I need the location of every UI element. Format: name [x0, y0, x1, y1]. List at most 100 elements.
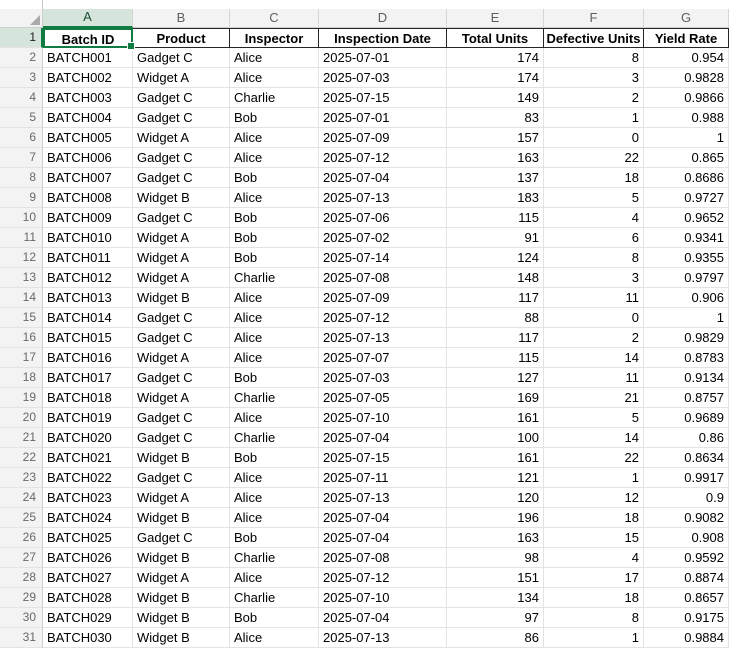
row-header-22[interactable]: 22	[0, 448, 43, 468]
row-header-21[interactable]: 21	[0, 428, 43, 448]
cell-d18[interactable]: 2025-07-03	[319, 368, 447, 388]
cell-c7[interactable]: Alice	[230, 148, 319, 168]
cell-d30[interactable]: 2025-07-04	[319, 608, 447, 628]
cell-f6[interactable]: 0	[544, 128, 644, 148]
cell-g2[interactable]: 0.954	[644, 48, 729, 68]
cell-g27[interactable]: 0.9592	[644, 548, 729, 568]
cell-d26[interactable]: 2025-07-04	[319, 528, 447, 548]
cell-c24[interactable]: Alice	[230, 488, 319, 508]
cell-g30[interactable]: 0.9175	[644, 608, 729, 628]
cell-b27[interactable]: Widget B	[133, 548, 230, 568]
cell-b19[interactable]: Widget A	[133, 388, 230, 408]
cell-a17[interactable]: BATCH016	[43, 348, 133, 368]
cell-e8[interactable]: 137	[447, 168, 544, 188]
cell-d16[interactable]: 2025-07-13	[319, 328, 447, 348]
cell-d17[interactable]: 2025-07-07	[319, 348, 447, 368]
row-header-3[interactable]: 3	[0, 68, 43, 88]
cell-f11[interactable]: 6	[544, 228, 644, 248]
row-header-1[interactable]: 1	[0, 28, 43, 48]
cell-c5[interactable]: Bob	[230, 108, 319, 128]
row-header-19[interactable]: 19	[0, 388, 43, 408]
row-header-18[interactable]: 18	[0, 368, 43, 388]
cell-f26[interactable]: 15	[544, 528, 644, 548]
cell-e10[interactable]: 115	[447, 208, 544, 228]
cell-c31[interactable]: Alice	[230, 628, 319, 648]
cell-e9[interactable]: 183	[447, 188, 544, 208]
cell-f21[interactable]: 14	[544, 428, 644, 448]
cell-b28[interactable]: Widget A	[133, 568, 230, 588]
cell-g16[interactable]: 0.9829	[644, 328, 729, 348]
cell-b1[interactable]: Product	[133, 28, 230, 48]
cell-f24[interactable]: 12	[544, 488, 644, 508]
cell-b4[interactable]: Gadget C	[133, 88, 230, 108]
cell-d11[interactable]: 2025-07-02	[319, 228, 447, 248]
cell-c18[interactable]: Bob	[230, 368, 319, 388]
cell-b3[interactable]: Widget A	[133, 68, 230, 88]
row-header-14[interactable]: 14	[0, 288, 43, 308]
cell-b22[interactable]: Widget B	[133, 448, 230, 468]
cell-d12[interactable]: 2025-07-14	[319, 248, 447, 268]
cell-a12[interactable]: BATCH011	[43, 248, 133, 268]
cell-e5[interactable]: 83	[447, 108, 544, 128]
cell-g11[interactable]: 0.9341	[644, 228, 729, 248]
cell-c11[interactable]: Bob	[230, 228, 319, 248]
cell-g28[interactable]: 0.8874	[644, 568, 729, 588]
cell-g23[interactable]: 0.9917	[644, 468, 729, 488]
cell-b17[interactable]: Widget A	[133, 348, 230, 368]
cell-e20[interactable]: 161	[447, 408, 544, 428]
cell-e26[interactable]: 163	[447, 528, 544, 548]
row-header-2[interactable]: 2	[0, 48, 43, 68]
cell-a6[interactable]: BATCH005	[43, 128, 133, 148]
cell-g15[interactable]: 1	[644, 308, 729, 328]
cell-d31[interactable]: 2025-07-13	[319, 628, 447, 648]
cell-a25[interactable]: BATCH024	[43, 508, 133, 528]
cell-b10[interactable]: Gadget C	[133, 208, 230, 228]
cell-b15[interactable]: Gadget C	[133, 308, 230, 328]
cell-f30[interactable]: 8	[544, 608, 644, 628]
cell-e16[interactable]: 117	[447, 328, 544, 348]
cell-b21[interactable]: Gadget C	[133, 428, 230, 448]
cell-d28[interactable]: 2025-07-12	[319, 568, 447, 588]
row-header-4[interactable]: 4	[0, 88, 43, 108]
cell-f12[interactable]: 8	[544, 248, 644, 268]
cell-f27[interactable]: 4	[544, 548, 644, 568]
cell-a26[interactable]: BATCH025	[43, 528, 133, 548]
cell-c30[interactable]: Bob	[230, 608, 319, 628]
cell-d10[interactable]: 2025-07-06	[319, 208, 447, 228]
cell-a15[interactable]: BATCH014	[43, 308, 133, 328]
cell-c12[interactable]: Bob	[230, 248, 319, 268]
cell-g31[interactable]: 0.9884	[644, 628, 729, 648]
cell-d25[interactable]: 2025-07-04	[319, 508, 447, 528]
cell-b29[interactable]: Widget B	[133, 588, 230, 608]
cell-f23[interactable]: 1	[544, 468, 644, 488]
cell-b7[interactable]: Gadget C	[133, 148, 230, 168]
cell-f25[interactable]: 18	[544, 508, 644, 528]
row-header-31[interactable]: 31	[0, 628, 43, 648]
cell-e21[interactable]: 100	[447, 428, 544, 448]
cell-f9[interactable]: 5	[544, 188, 644, 208]
cell-a23[interactable]: BATCH022	[43, 468, 133, 488]
cell-d21[interactable]: 2025-07-04	[319, 428, 447, 448]
row-header-30[interactable]: 30	[0, 608, 43, 628]
row-header-28[interactable]: 28	[0, 568, 43, 588]
cell-d6[interactable]: 2025-07-09	[319, 128, 447, 148]
column-header-g[interactable]: G	[644, 9, 729, 28]
cell-g24[interactable]: 0.9	[644, 488, 729, 508]
cell-b11[interactable]: Widget A	[133, 228, 230, 248]
cell-d29[interactable]: 2025-07-10	[319, 588, 447, 608]
cell-e12[interactable]: 124	[447, 248, 544, 268]
cell-e3[interactable]: 174	[447, 68, 544, 88]
cell-e6[interactable]: 157	[447, 128, 544, 148]
cell-f2[interactable]: 8	[544, 48, 644, 68]
cell-f4[interactable]: 2	[544, 88, 644, 108]
cell-b14[interactable]: Widget B	[133, 288, 230, 308]
cell-a21[interactable]: BATCH020	[43, 428, 133, 448]
cell-a27[interactable]: BATCH026	[43, 548, 133, 568]
cell-a18[interactable]: BATCH017	[43, 368, 133, 388]
row-header-5[interactable]: 5	[0, 108, 43, 128]
cell-d19[interactable]: 2025-07-05	[319, 388, 447, 408]
cell-c8[interactable]: Bob	[230, 168, 319, 188]
row-header-17[interactable]: 17	[0, 348, 43, 368]
cell-g12[interactable]: 0.9355	[644, 248, 729, 268]
cell-f19[interactable]: 21	[544, 388, 644, 408]
